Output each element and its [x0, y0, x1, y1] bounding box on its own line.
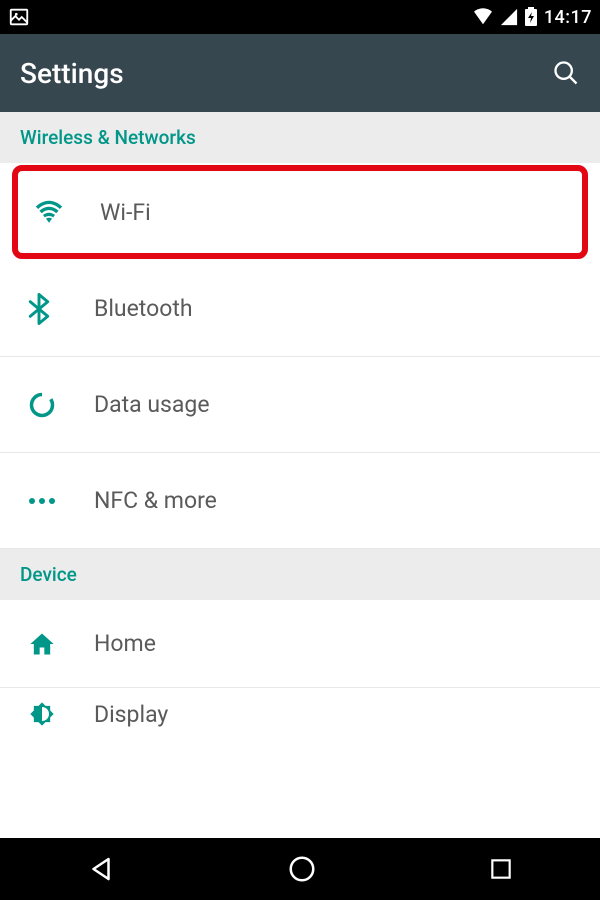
data-usage-icon — [28, 391, 56, 419]
nav-back-button[interactable] — [86, 854, 116, 884]
bluetooth-icon — [28, 293, 50, 325]
navigation-bar — [0, 838, 600, 900]
section-header-device: Device — [0, 549, 600, 600]
display-icon — [28, 700, 56, 728]
list-item-home[interactable]: Home — [0, 600, 600, 688]
more-icon — [28, 496, 56, 506]
list-item-bluetooth[interactable]: Bluetooth — [0, 261, 600, 357]
back-icon — [86, 854, 116, 884]
wifi-status-icon — [472, 8, 494, 26]
list-item-label: Home — [94, 630, 156, 657]
app-bar: Settings — [0, 34, 600, 112]
recent-apps-icon — [488, 856, 514, 882]
home-icon — [28, 631, 56, 657]
section-header-wireless: Wireless & Networks — [0, 112, 600, 163]
signal-icon — [500, 8, 518, 26]
list-item-label: NFC & more — [94, 487, 217, 514]
search-icon — [552, 59, 580, 87]
list-item-label: Display — [94, 701, 168, 728]
wifi-icon — [34, 200, 64, 224]
list-item-label: Data usage — [94, 391, 210, 418]
list-item-nfc-more[interactable]: NFC & more — [0, 453, 600, 549]
picture-icon — [8, 6, 30, 28]
search-button[interactable] — [552, 59, 580, 87]
nav-recent-button[interactable] — [488, 856, 514, 882]
battery-charging-icon — [524, 7, 538, 27]
status-bar: 14:17 — [0, 0, 600, 34]
list-item-wifi[interactable]: Wi-Fi — [12, 165, 588, 259]
status-time: 14:17 — [544, 7, 592, 28]
list-item-data-usage[interactable]: Data usage — [0, 357, 600, 453]
settings-list-device: Home Display — [0, 600, 600, 740]
list-item-label: Bluetooth — [94, 295, 193, 322]
settings-list-wireless: Wi-Fi Bluetooth Data usage — [0, 165, 600, 549]
list-item-display[interactable]: Display — [0, 688, 600, 740]
list-item-label: Wi-Fi — [100, 199, 151, 226]
nav-home-icon — [287, 854, 317, 884]
page-title: Settings — [20, 57, 124, 90]
nav-home-button[interactable] — [287, 854, 317, 884]
